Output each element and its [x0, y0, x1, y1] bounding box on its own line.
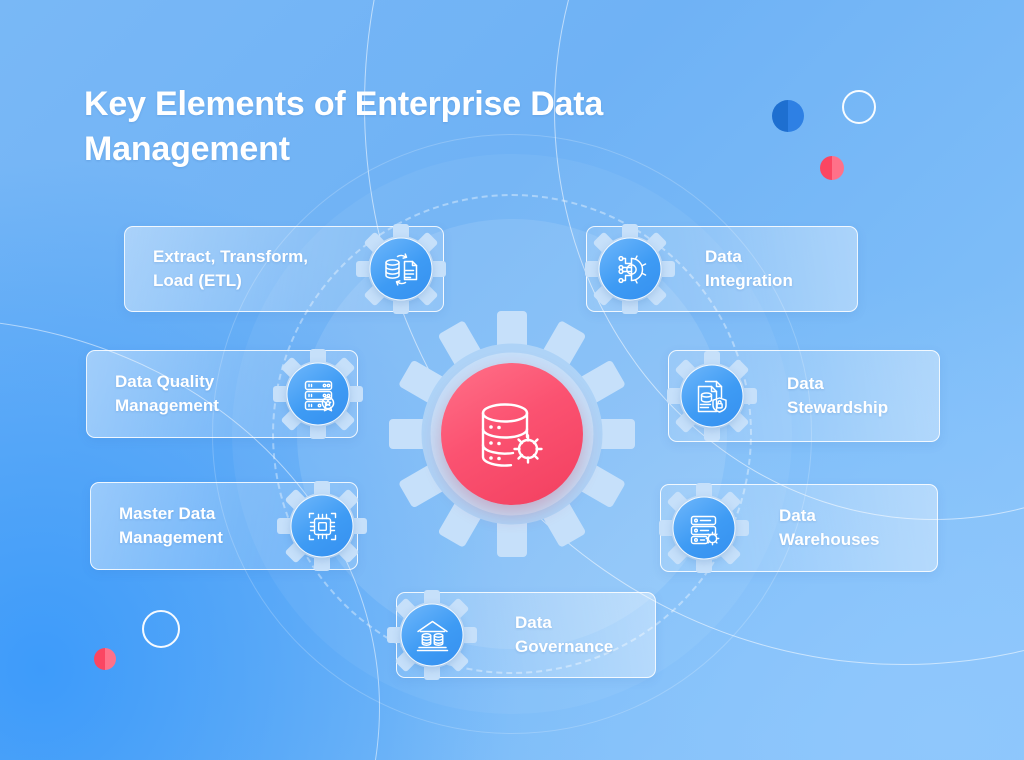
microchip-icon	[308, 512, 336, 540]
center-core-circle	[441, 363, 583, 505]
card-data-quality-management-label: Data Quality Management	[115, 371, 219, 415]
gear-data-governance[interactable]	[386, 589, 478, 681]
center-gear-node	[387, 309, 637, 559]
page-title: Key Elements of Enterprise Data Manageme…	[84, 85, 604, 169]
server-gear-icon	[690, 515, 719, 545]
card-etl-label: Extract, Transform, Load (ETL)	[153, 246, 308, 290]
gear-data-stewardship[interactable]	[666, 350, 758, 442]
card-data-governance-label: Data Governance	[515, 612, 614, 656]
icon-circle-master-data-management	[290, 494, 354, 558]
card-master-data-management-label: Master Data Management	[119, 503, 223, 547]
server-award-icon	[304, 380, 334, 411]
database-gear-icon	[481, 403, 543, 467]
gear-etl[interactable]	[355, 223, 447, 315]
gear-data-warehouses[interactable]	[658, 482, 750, 574]
icon-circle-data-stewardship	[680, 364, 744, 428]
icon-circle-data-governance	[400, 603, 464, 667]
decorative-ring-bottom-left	[142, 610, 180, 648]
icon-circle-data-integration	[598, 237, 662, 301]
icon-circle-data-warehouses	[672, 496, 736, 560]
infographic-canvas: Key Elements of Enterprise Data Manageme…	[0, 0, 1024, 760]
icon-circle-etl	[369, 237, 433, 301]
decorative-ring-top-right	[842, 90, 876, 124]
database-sync-document-icon	[384, 252, 417, 286]
decorative-dot-red-top-right	[820, 156, 844, 180]
gear-data-quality-management[interactable]	[272, 348, 364, 440]
decorative-dot-blue	[772, 100, 804, 132]
gear-master-data-management[interactable]	[276, 480, 368, 572]
documents-lock-shield-icon	[697, 380, 727, 413]
bank-columns-icon	[416, 620, 448, 651]
card-data-stewardship-label: Data Stewardship	[787, 373, 889, 417]
card-data-warehouses-label: Data Warehouses	[779, 505, 880, 549]
icon-circle-data-quality-management	[286, 362, 350, 426]
gear-data-integration[interactable]	[584, 223, 676, 315]
decorative-dot-red-bottom-left	[94, 648, 116, 670]
circuit-gear-icon	[617, 254, 646, 284]
card-data-integration-label: Data Integration	[705, 246, 793, 290]
